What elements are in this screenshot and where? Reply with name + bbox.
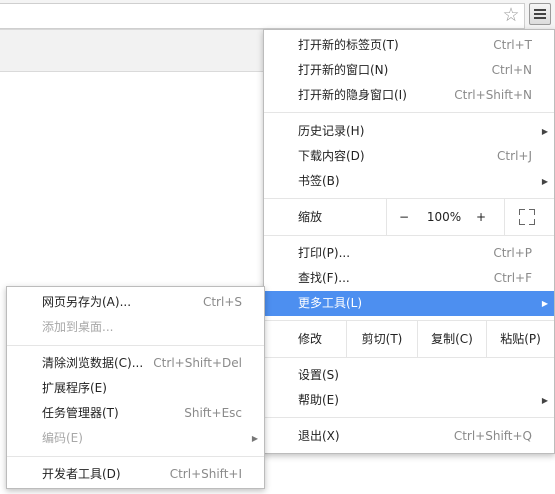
menu-divider — [264, 235, 554, 236]
menu-item-shortcut: Ctrl+Shift+N — [454, 88, 532, 102]
menu-item-bookmarks[interactable]: 书签(B) ▶ — [264, 169, 554, 194]
more-tools-submenu: 网页另存为(A)... Ctrl+S 添加到桌面... 清除浏览数据(C)...… — [6, 286, 265, 489]
zoom-row: 缩放 − 100% + — [264, 199, 554, 235]
submenu-item-label: 开发者工具(D) — [42, 467, 121, 481]
chevron-right-icon: ▶ — [541, 299, 548, 308]
menu-item-shortcut: Ctrl+Shift+Q — [453, 429, 532, 443]
menu-item-shortcut: Ctrl+P — [493, 246, 532, 260]
menu-item-shortcut: Ctrl+T — [493, 38, 532, 52]
submenu-item-shortcut: Ctrl+Shift+I — [169, 467, 242, 481]
menu-item-print[interactable]: 打印(P)... Ctrl+P — [264, 241, 554, 266]
menu-item-shortcut: Ctrl+J — [497, 149, 532, 163]
zoom-divider — [504, 199, 505, 235]
menu-item-label: 打印(P)... — [298, 246, 351, 260]
submenu-item-shortcut: Ctrl+Shift+Del — [153, 356, 242, 370]
submenu-item-label: 添加到桌面... — [42, 320, 114, 334]
menu-divider — [264, 417, 554, 418]
menu-item-shortcut: Ctrl+N — [491, 63, 532, 77]
submenu-item-label: 清除浏览数据(C)... — [42, 356, 144, 370]
submenu-item-devtools[interactable]: 开发者工具(D) Ctrl+Shift+I — [7, 462, 264, 487]
submenu-item-shortcut: Ctrl+S — [202, 295, 242, 309]
menu-divider — [264, 357, 554, 358]
submenu-item-label: 任务管理器(T) — [42, 406, 119, 420]
menu-item-downloads[interactable]: 下载内容(D) Ctrl+J — [264, 144, 554, 169]
zoom-level: 100% — [426, 210, 462, 224]
menu-item-new-incognito[interactable]: 打开新的隐身窗口(I) Ctrl+Shift+N — [264, 83, 554, 108]
submenu-item-save-page[interactable]: 网页另存为(A)... Ctrl+S — [7, 290, 264, 315]
submenu-item-label: 扩展程序(E) — [42, 381, 107, 395]
menu-item-label: 打开新的标签页(T) — [298, 38, 399, 52]
menu-item-label: 查找(F)... — [298, 271, 350, 285]
zoom-in-button[interactable]: + — [471, 199, 491, 235]
menu-item-history[interactable]: 历史记录(H) ▶ — [264, 119, 554, 144]
menu-item-label: 帮助(E) — [298, 393, 339, 407]
zoom-label: 缩放 — [298, 210, 323, 224]
cut-button[interactable]: 剪切(T) — [347, 321, 417, 357]
chevron-right-icon: ▶ — [251, 434, 258, 443]
menu-item-label: 书签(B) — [298, 174, 340, 188]
chevron-right-icon: ▶ — [541, 127, 548, 136]
edit-row: 修改 剪切(T) 复制(C) 粘贴(P) — [264, 321, 554, 357]
menu-divider — [7, 345, 264, 346]
menu-item-label: 打开新的隐身窗口(I) — [298, 88, 407, 102]
chevron-right-icon: ▶ — [541, 396, 548, 405]
address-bar[interactable] — [0, 3, 525, 29]
submenu-item-label: 编码(E) — [42, 431, 83, 445]
menu-item-label: 打开新的窗口(N) — [298, 63, 389, 77]
menu-divider — [7, 456, 264, 457]
submenu-item-clear-data[interactable]: 清除浏览数据(C)... Ctrl+Shift+Del — [7, 351, 264, 376]
paste-button[interactable]: 粘贴(P) — [487, 321, 554, 357]
menu-item-find[interactable]: 查找(F)... Ctrl+F — [264, 266, 554, 291]
menu-item-new-window[interactable]: 打开新的窗口(N) Ctrl+N — [264, 58, 554, 83]
zoom-divider — [386, 199, 387, 235]
zoom-out-button[interactable]: − — [394, 199, 414, 235]
submenu-item-encoding: 编码(E) ▶ — [7, 426, 264, 451]
menu-item-shortcut: Ctrl+F — [493, 271, 532, 285]
menu-item-more-tools[interactable]: 更多工具(L) ▶ — [264, 291, 554, 316]
menu-item-exit[interactable]: 退出(X) Ctrl+Shift+Q — [264, 424, 554, 449]
menu-item-help[interactable]: 帮助(E) ▶ — [264, 388, 554, 413]
submenu-item-shortcut: Shift+Esc — [184, 406, 242, 420]
copy-button[interactable]: 复制(C) — [418, 321, 486, 357]
chevron-right-icon: ▶ — [541, 177, 548, 186]
submenu-item-label: 网页另存为(A)... — [42, 295, 132, 309]
fullscreen-icon[interactable] — [519, 209, 535, 225]
menu-divider — [264, 112, 554, 113]
submenu-item-add-to-desktop: 添加到桌面... — [7, 315, 264, 340]
submenu-item-extensions[interactable]: 扩展程序(E) — [7, 376, 264, 401]
star-icon[interactable]: ☆ — [500, 4, 522, 26]
menu-item-label: 历史记录(H) — [298, 124, 365, 138]
menu-item-label: 退出(X) — [298, 429, 340, 443]
menu-item-label: 更多工具(L) — [298, 296, 363, 310]
menu-item-settings[interactable]: 设置(S) — [264, 363, 554, 388]
submenu-item-task-manager[interactable]: 任务管理器(T) Shift+Esc — [7, 401, 264, 426]
menu-item-label: 设置(S) — [298, 368, 339, 382]
menu-item-new-tab[interactable]: 打开新的标签页(T) Ctrl+T — [264, 33, 554, 58]
main-menu: 打开新的标签页(T) Ctrl+T 打开新的窗口(N) Ctrl+N 打开新的隐… — [263, 29, 555, 454]
menu-item-label: 下载内容(D) — [298, 149, 365, 163]
hamburger-menu-icon[interactable] — [529, 3, 551, 25]
edit-label: 修改 — [298, 332, 323, 346]
browser-toolbar: ☆ — [0, 0, 555, 30]
